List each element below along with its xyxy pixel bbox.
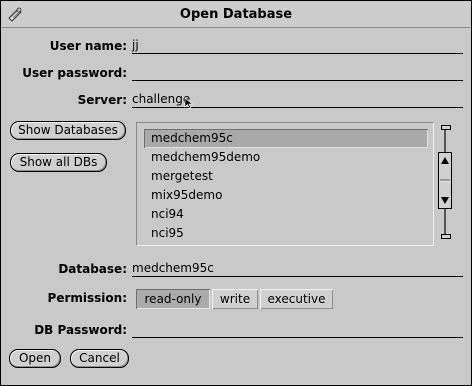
scroll-down-arrow-icon xyxy=(441,197,449,204)
open-button[interactable]: Open xyxy=(9,349,61,368)
open-database-window: Open Database User name: jj User passwor… xyxy=(0,0,472,386)
mouse-cursor-icon xyxy=(184,97,194,109)
database-label: Database: xyxy=(58,262,127,276)
window-title: Open Database xyxy=(179,7,293,22)
title-bar: Open Database xyxy=(2,2,470,28)
database-list-item[interactable]: mergetest xyxy=(144,167,428,186)
permission-read-only[interactable]: read-only xyxy=(136,289,210,309)
database-list-item[interactable]: medchem95demo xyxy=(144,148,428,167)
scroll-up-arrow-icon xyxy=(441,157,449,164)
show-all-dbs-button[interactable]: Show all DBs xyxy=(10,153,107,172)
user-name-value: jj xyxy=(132,38,139,52)
cancel-button[interactable]: Cancel xyxy=(70,349,129,368)
scrollbar-bottom-cap xyxy=(441,234,451,239)
db-password-label: DB Password: xyxy=(34,323,127,337)
database-list-item[interactable]: nci94 xyxy=(144,205,428,224)
permission-label: Permission: xyxy=(47,291,127,305)
server-field[interactable]: challenge xyxy=(132,91,463,108)
scrollbar-top-cap xyxy=(441,125,451,130)
permission-executive[interactable]: executive xyxy=(260,289,333,309)
server-value: challenge xyxy=(132,92,191,106)
database-list-item[interactable]: medchem95c xyxy=(144,129,428,148)
user-name-field[interactable]: jj xyxy=(132,37,463,54)
show-databases-button[interactable]: Show Databases xyxy=(10,121,126,140)
user-password-label: User password: xyxy=(22,66,127,80)
database-value: medchem95c xyxy=(132,261,214,275)
server-label: Server: xyxy=(77,93,127,107)
permission-write[interactable]: write xyxy=(212,289,258,309)
database-field[interactable]: medchem95c xyxy=(132,260,463,277)
db-password-field[interactable] xyxy=(132,321,463,338)
database-list-panel: medchem95c medchem95demo mergetest mix95dem… xyxy=(136,122,434,246)
database-list-scrollbar[interactable] xyxy=(438,125,452,239)
database-list[interactable]: medchem95c medchem95demo mergetest mix95dem… xyxy=(144,129,428,240)
database-list-item[interactable]: mix95demo xyxy=(144,186,428,205)
user-name-label: User name: xyxy=(49,39,127,53)
scrollbar-thumb[interactable] xyxy=(438,152,452,209)
database-list-item[interactable]: nci95 xyxy=(144,224,428,243)
user-password-field[interactable] xyxy=(132,64,463,81)
